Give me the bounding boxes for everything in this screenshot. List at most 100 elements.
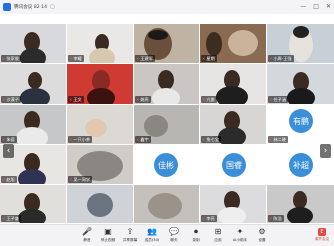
mic-muted-icon: ✕ (69, 97, 73, 102)
participant-name: ✕ 陈浩 (268, 215, 284, 222)
video-tile[interactable] (67, 185, 133, 223)
video-tile[interactable]: ✕ 小周-王强 (267, 24, 334, 63)
pin-icon[interactable]: ▢ (50, 4, 55, 10)
video-tile[interactable]: ✕ 兔七宝 (200, 105, 266, 144)
mic-muted-icon: ✕ (136, 56, 140, 61)
video-grid: ✕ 张家俊 ✕ 李耀 ✕ 王建军 ✕ 星期 ✕ 小周-王强 ✕ 沙漠子 ✕ 王文… (0, 24, 334, 223)
mic-muted-icon: ✕ (69, 137, 73, 142)
apps-icon: ⊞ (214, 227, 222, 236)
video-tile[interactable]: ✕ 一只小茶 (67, 105, 133, 144)
video-tile[interactable]: 国睿 (200, 145, 266, 184)
mic-muted-icon: ✕ (269, 137, 273, 142)
camera-icon: ▣ (104, 227, 112, 236)
mic-muted-icon: ✕ (136, 97, 140, 102)
title-bar: 腾讯会议 82 14 ▢ — □ ✕ (0, 0, 334, 14)
members-button[interactable]: 👥 成员(34) (141, 226, 163, 246)
mic-muted-icon: ✕ (202, 97, 206, 102)
video-tile[interactable]: ✕ 任子涵 (267, 64, 334, 104)
participant-name: ✕ 王文 (68, 96, 84, 103)
participant-avatar: 有鹏 (289, 109, 313, 133)
participant-name: ✕ 李亮 (201, 215, 217, 222)
participant-name: ✕ 张家俊 (1, 55, 21, 62)
video-tile[interactable] (134, 185, 199, 223)
participant-name: ✕ 王子谦 (1, 215, 21, 222)
video-tile[interactable]: ✕ 王子谦 (0, 185, 66, 223)
chat-button[interactable]: 💬 聊天 (163, 226, 185, 246)
mic-muted-icon: ✕ (136, 137, 140, 142)
video-tile[interactable]: ✕ 吴一同学 (67, 145, 133, 184)
video-tile[interactable]: ✕ 李亮 (200, 185, 266, 223)
participant-name: ✕ 林二晓 (268, 136, 288, 143)
window-title: 腾讯会议 82 14 (14, 5, 47, 10)
microphone-icon: 🎤 (82, 227, 92, 236)
mic-muted-icon: ✕ (202, 137, 206, 142)
leave-meeting-button[interactable]: E 离开会议 (313, 226, 331, 246)
participant-name: ✕ 兔七宝 (201, 136, 221, 143)
share-icon: ⇪ (126, 227, 134, 236)
maximize-button[interactable]: □ (313, 2, 319, 12)
mic-muted-icon: ✕ (202, 216, 206, 221)
participant-avatar: 补超 (289, 153, 313, 177)
settings-button[interactable]: ⚙ 设置 (251, 226, 273, 246)
apps-button[interactable]: ⊞ 应用 (207, 226, 229, 246)
mic-muted-icon: ✕ (2, 137, 6, 142)
video-tile[interactable]: ✕ 姚亮 (134, 64, 199, 104)
participant-name: ✕ 亢俊 (201, 96, 217, 103)
mic-muted-icon: ✕ (69, 56, 73, 61)
record-button[interactable]: ⏺ 录制 (185, 226, 207, 246)
mic-muted-icon: ✕ (2, 177, 6, 182)
mic-muted-icon: ✕ (2, 56, 6, 61)
participant-name: ✕ 李耀 (68, 55, 84, 62)
video-tile[interactable]: ✕ 沙漠子 (0, 64, 66, 104)
stop-video-button[interactable]: ▣ 停止视频 (97, 226, 119, 246)
video-tile[interactable]: 佳彬 (134, 145, 199, 184)
participant-name: ✕ 王建军 (135, 55, 155, 62)
video-tile[interactable]: ✕ 王建军 (134, 24, 199, 63)
video-tile[interactable]: ✕ 陈浩 (267, 185, 334, 223)
app-logo-icon (3, 3, 11, 11)
participant-name: ✕ 朱德 (1, 136, 17, 143)
share-screen-button[interactable]: ⇪ 共享屏幕 (119, 226, 141, 246)
record-icon: ⏺ (194, 227, 198, 236)
participant-name: ✕ 沙漠子 (1, 96, 21, 103)
video-tile[interactable]: ✕ 张家俊 (0, 24, 66, 63)
sparkle-icon: ✦ (236, 227, 244, 236)
mic-muted-icon: ✕ (2, 97, 6, 102)
video-tile[interactable]: ✕ 朱德 (0, 105, 66, 144)
mic-muted-icon: ✕ (202, 56, 206, 61)
participant-name: ✕ 鑫宇 (135, 136, 151, 143)
close-button[interactable]: ✕ (326, 2, 331, 12)
ai-assistant-button[interactable]: ✦ AI小助手 (229, 226, 251, 246)
video-tile[interactable]: ✕ 亢俊 (200, 64, 266, 104)
mic-muted-icon: ✕ (69, 177, 73, 182)
participant-name: ✕ 赵旭 (1, 176, 17, 183)
participant-name: ✕ 姚亮 (135, 96, 151, 103)
participant-avatar: 佳彬 (154, 153, 178, 177)
video-tile[interactable]: ✕ 星期 (200, 24, 266, 63)
video-tile[interactable]: 有鹏 ✕ 林二晓 (267, 105, 334, 144)
mic-muted-icon: ✕ (2, 216, 6, 221)
video-tile[interactable]: ✕ 李耀 (67, 24, 133, 63)
leave-icon: E (318, 228, 326, 236)
mic-muted-icon: ✕ (269, 97, 273, 102)
mic-muted-icon: ✕ (269, 216, 273, 221)
participant-name: ✕ 任子涵 (268, 96, 288, 103)
mute-button[interactable]: 🎤 静音 (76, 226, 98, 246)
meeting-toolbar: 🎤 静音 ▣ 停止视频 ⇪ 共享屏幕 👥 成员(34) 💬 聊天 ⏺ 录制 ⊞ … (0, 224, 334, 246)
video-tile[interactable]: ✕ 鑫宇 (134, 105, 199, 144)
meeting-window: 腾讯会议 82 14 ▢ — □ ✕ ✕张家俊 ✕李耀 ✕王建军 ✕星期 (0, 0, 334, 246)
participant-name: ✕ 吴一同学 (68, 176, 93, 183)
chat-icon: 💬 (169, 227, 179, 236)
members-icon: 👥 (147, 227, 157, 236)
mic-muted-icon: ✕ (269, 56, 273, 61)
participant-name: ✕ 星期 (201, 55, 217, 62)
video-tile[interactable]: ✕ 王文 (67, 64, 133, 104)
prev-page-button[interactable]: ‹ (3, 144, 14, 158)
participant-name: ✕ 小周-王强 (268, 55, 294, 62)
participant-name: ✕ 一只小茶 (68, 136, 93, 143)
next-page-button[interactable]: › (320, 144, 331, 158)
minimize-button[interactable]: — (300, 2, 306, 12)
window-controls: — □ ✕ (300, 2, 331, 12)
gear-icon: ⚙ (258, 227, 266, 236)
participant-avatar: 国睿 (222, 153, 246, 177)
